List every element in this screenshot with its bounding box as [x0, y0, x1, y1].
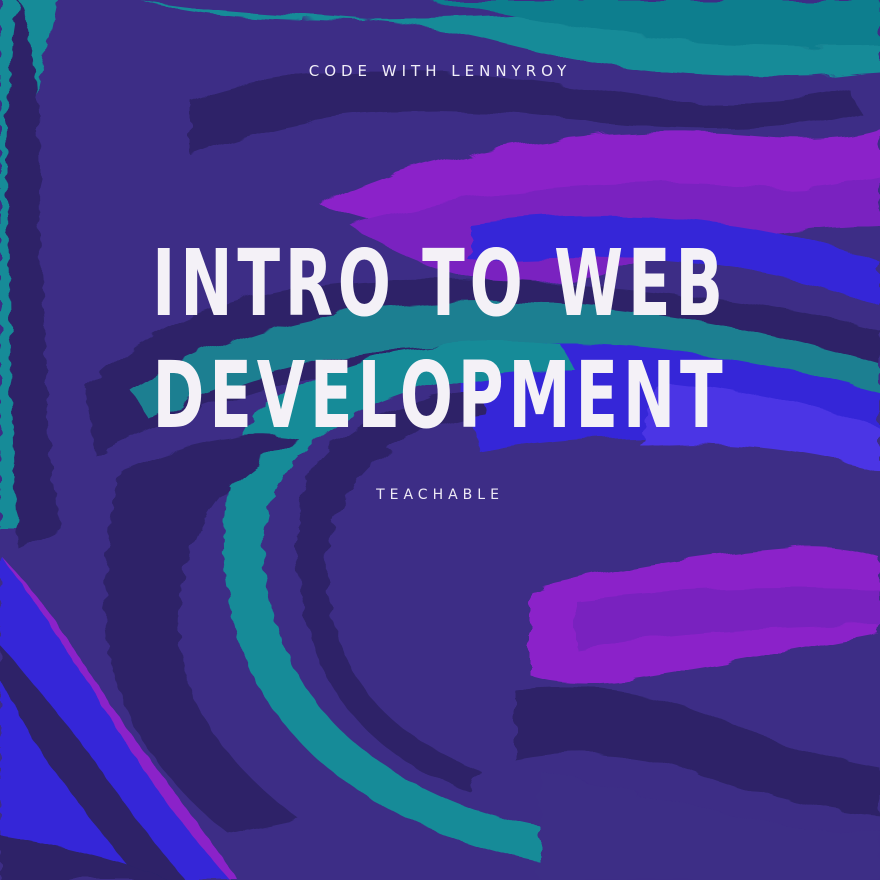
- course-title-line-1: INTRO TO WEB: [152, 230, 728, 337]
- course-title: INTRO TO WEB DEVELOPMENT: [0, 238, 880, 462]
- course-title-line-2: DEVELOPMENT: [152, 342, 728, 449]
- course-eyebrow: CODE WITH LENNYROY: [308, 62, 572, 80]
- course-subtitle: TEACHABLE: [376, 487, 504, 503]
- course-cover: CODE WITH LENNYROY INTRO TO WEB DEVELOPM…: [0, 0, 880, 880]
